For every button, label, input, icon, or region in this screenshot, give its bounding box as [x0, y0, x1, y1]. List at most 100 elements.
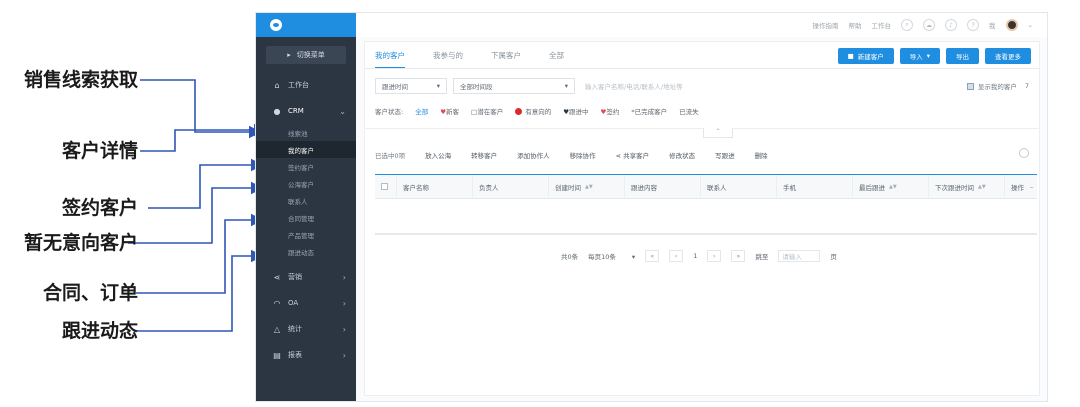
more-button[interactable]: 查看更多 — [985, 48, 1031, 64]
action-delete[interactable]: 删除 — [755, 150, 768, 160]
sidebar-subitem-contacts[interactable]: 联系人 — [256, 192, 356, 209]
action-remove-collaborator[interactable]: 移除协作 — [570, 150, 596, 160]
sidebar-subitem-signed-customers[interactable]: 签约客户 — [256, 158, 356, 175]
topbar-link-guide[interactable]: 操作指南 — [813, 20, 839, 30]
home-icon: ⌂ — [274, 80, 280, 90]
goto-page-input[interactable]: 请输入 — [778, 250, 821, 262]
chevron-down-icon[interactable]: ⌄ — [1028, 21, 1033, 29]
action-transfer[interactable]: 转移客户 — [471, 150, 497, 160]
column-next-follow[interactable]: 下次跟进时间 ▲▼ — [929, 175, 1005, 198]
tab-my-customers[interactable]: 我的客户 — [375, 50, 405, 69]
tab-participated[interactable]: 我参与的 — [433, 50, 463, 69]
status-lost[interactable]: 已流失 — [679, 106, 699, 116]
sidebar-item-oa[interactable]: ◠ OA › — [256, 290, 356, 316]
import-button[interactable]: 导入 ▾ — [899, 48, 940, 64]
chart-icon: △ — [273, 324, 281, 334]
sort-icon[interactable]: ▲▼ — [978, 184, 986, 190]
action-move-to-public[interactable]: 放入公海 — [425, 150, 451, 160]
pager-next-button[interactable]: › — [707, 250, 722, 262]
pager-last-button[interactable]: » — [731, 250, 746, 262]
arrow-customer-detail — [140, 123, 267, 152]
sidebar-item-stats[interactable]: △ 统计 › — [256, 316, 356, 342]
sidebar-item-workbench[interactable]: ⌂ 工作台 — [256, 72, 356, 98]
header-select-all[interactable] — [375, 175, 397, 198]
help-icon[interactable]: ? — [967, 19, 980, 31]
sidebar-item-crm[interactable]: ● CRM ⌄ — [256, 98, 356, 124]
status-all[interactable]: 全部 — [415, 106, 428, 116]
sidebar-logo[interactable] — [256, 13, 356, 37]
status-label: 新客 — [446, 108, 460, 116]
pager-first-button[interactable]: « — [645, 250, 660, 262]
sidebar-subitem-leads[interactable]: 线索池 — [256, 124, 356, 141]
search-icon[interactable]: ⌕ — [901, 19, 914, 31]
share-icon: ⋖ — [273, 272, 281, 282]
plus-icon: ■ — [847, 52, 854, 60]
action-write-follow-up[interactable]: 写跟进 — [715, 150, 735, 160]
status-following[interactable]: ♥跟进中 — [563, 106, 588, 116]
sidebar-item-reports[interactable]: ▤ 报表 › — [256, 342, 356, 368]
status-intent[interactable]: 有意向的 — [515, 106, 551, 116]
time-field-select[interactable]: 跟进时间 ▾ — [375, 78, 447, 94]
annotation-sales-leads: 销售线索获取 — [23, 69, 138, 91]
caret-down-icon: ▾ — [631, 253, 636, 261]
red-dot-icon — [515, 108, 523, 115]
column-label: 下次跟进时间 — [935, 183, 974, 192]
customer-table: 客户名称 负责人 创建时间 ▲▼ 跟进内容 联系人 手机 最后跟进 ▲▼ 下次跟进时… — [375, 174, 1037, 235]
customer-tabs: 我的客户 我参与的 下属客户 全部 — [375, 50, 564, 69]
topbar-link-workbench[interactable]: 工作台 — [872, 20, 892, 30]
crm-app-window: ▸ 切换菜单 ⌂ 工作台 ● CRM ⌄ 线索池 我的客户 签约客户 公海客户 … — [255, 12, 1048, 402]
column-actions[interactable]: 操作 – — [1005, 175, 1037, 198]
caret-right-icon: ▸ — [287, 51, 291, 59]
sidebar-item-label: 统计 — [288, 325, 302, 333]
column-follow-content[interactable]: 跟进内容 — [625, 175, 701, 198]
sidebar-subitem-products[interactable]: 产品管理 — [256, 226, 356, 243]
column-label: 跟进内容 — [631, 183, 657, 192]
action-share[interactable]: ⋖ 共享客户 — [616, 150, 649, 160]
sidebar-collapse-button[interactable]: ▸ 切换菜单 — [266, 46, 346, 64]
status-label: 签约 — [606, 108, 620, 116]
refresh-icon[interactable] — [1019, 148, 1029, 158]
sort-icon[interactable]: ▲▼ — [585, 184, 593, 190]
user-name[interactable]: 我 — [989, 20, 996, 30]
status-finished[interactable]: *已完成客户 — [631, 106, 667, 116]
pager-current-page[interactable]: 1 — [693, 252, 697, 260]
column-label: 联系人 — [707, 183, 727, 192]
action-change-status[interactable]: 修改状态 — [669, 150, 695, 160]
page-size-select[interactable]: 每页10条 ▾ — [588, 251, 635, 261]
column-mobile[interactable]: 手机 — [777, 175, 853, 198]
search-input[interactable]: 输入客户名称/电话/联系人/地址等 — [585, 81, 683, 91]
show-mine-count: 7 — [1024, 82, 1029, 90]
column-owner[interactable]: 负责人 — [473, 175, 549, 198]
caret-down-icon: ▾ — [436, 82, 440, 90]
sidebar-subitem-contracts[interactable]: 合同管理 — [256, 209, 356, 226]
sidebar-subitem-follow-up[interactable]: 跟进动态 — [256, 243, 356, 260]
column-contact[interactable]: 联系人 — [701, 175, 777, 198]
column-created-time[interactable]: 创建时间 ▲▼ — [549, 175, 625, 198]
tab-subordinate[interactable]: 下属客户 — [491, 50, 521, 69]
export-button[interactable]: 导出 — [946, 48, 979, 64]
sort-icon[interactable]: ▲▼ — [889, 184, 897, 190]
status-new[interactable]: ♥新客 — [440, 106, 459, 116]
column-customer-name[interactable]: 客户名称 — [397, 175, 473, 198]
sidebar-item-label: CRM — [288, 107, 304, 115]
sidebar-item-marketing[interactable]: ⋖ 营销 › — [256, 264, 356, 290]
cloud-icon[interactable]: ☁ — [923, 19, 936, 31]
status-signed[interactable]: ♥签约 — [601, 106, 620, 116]
column-last-follow[interactable]: 最后跟进 ▲▼ — [853, 175, 929, 198]
sidebar-subitem-public-customers[interactable]: 公海客户 — [256, 175, 356, 192]
sidebar-item-label: 报表 — [288, 351, 302, 359]
chevron-up-icon: ⌃ — [715, 128, 721, 135]
status-potential[interactable]: □潜在客户 — [471, 106, 503, 116]
time-range-select[interactable]: 全部时间段 ▾ — [453, 78, 575, 94]
avatar[interactable] — [1005, 19, 1018, 31]
topbar-link-help[interactable]: 帮助 — [849, 20, 862, 30]
pager-prev-button[interactable]: ‹ — [669, 250, 684, 262]
tab-all[interactable]: 全部 — [549, 50, 564, 69]
chevron-right-icon: › — [342, 298, 346, 308]
show-mine-toggle[interactable]: 显示我的客户 7 — [966, 81, 1029, 91]
collapse-filter-handle[interactable]: ⌃ — [703, 128, 733, 138]
action-add-collaborator[interactable]: 添加协作人 — [517, 150, 550, 160]
bell-icon[interactable]: ♪ — [945, 19, 958, 31]
sidebar-subitem-my-customers[interactable]: 我的客户 — [256, 141, 356, 158]
new-customer-button[interactable]: ■ 新建客户 — [837, 48, 894, 64]
